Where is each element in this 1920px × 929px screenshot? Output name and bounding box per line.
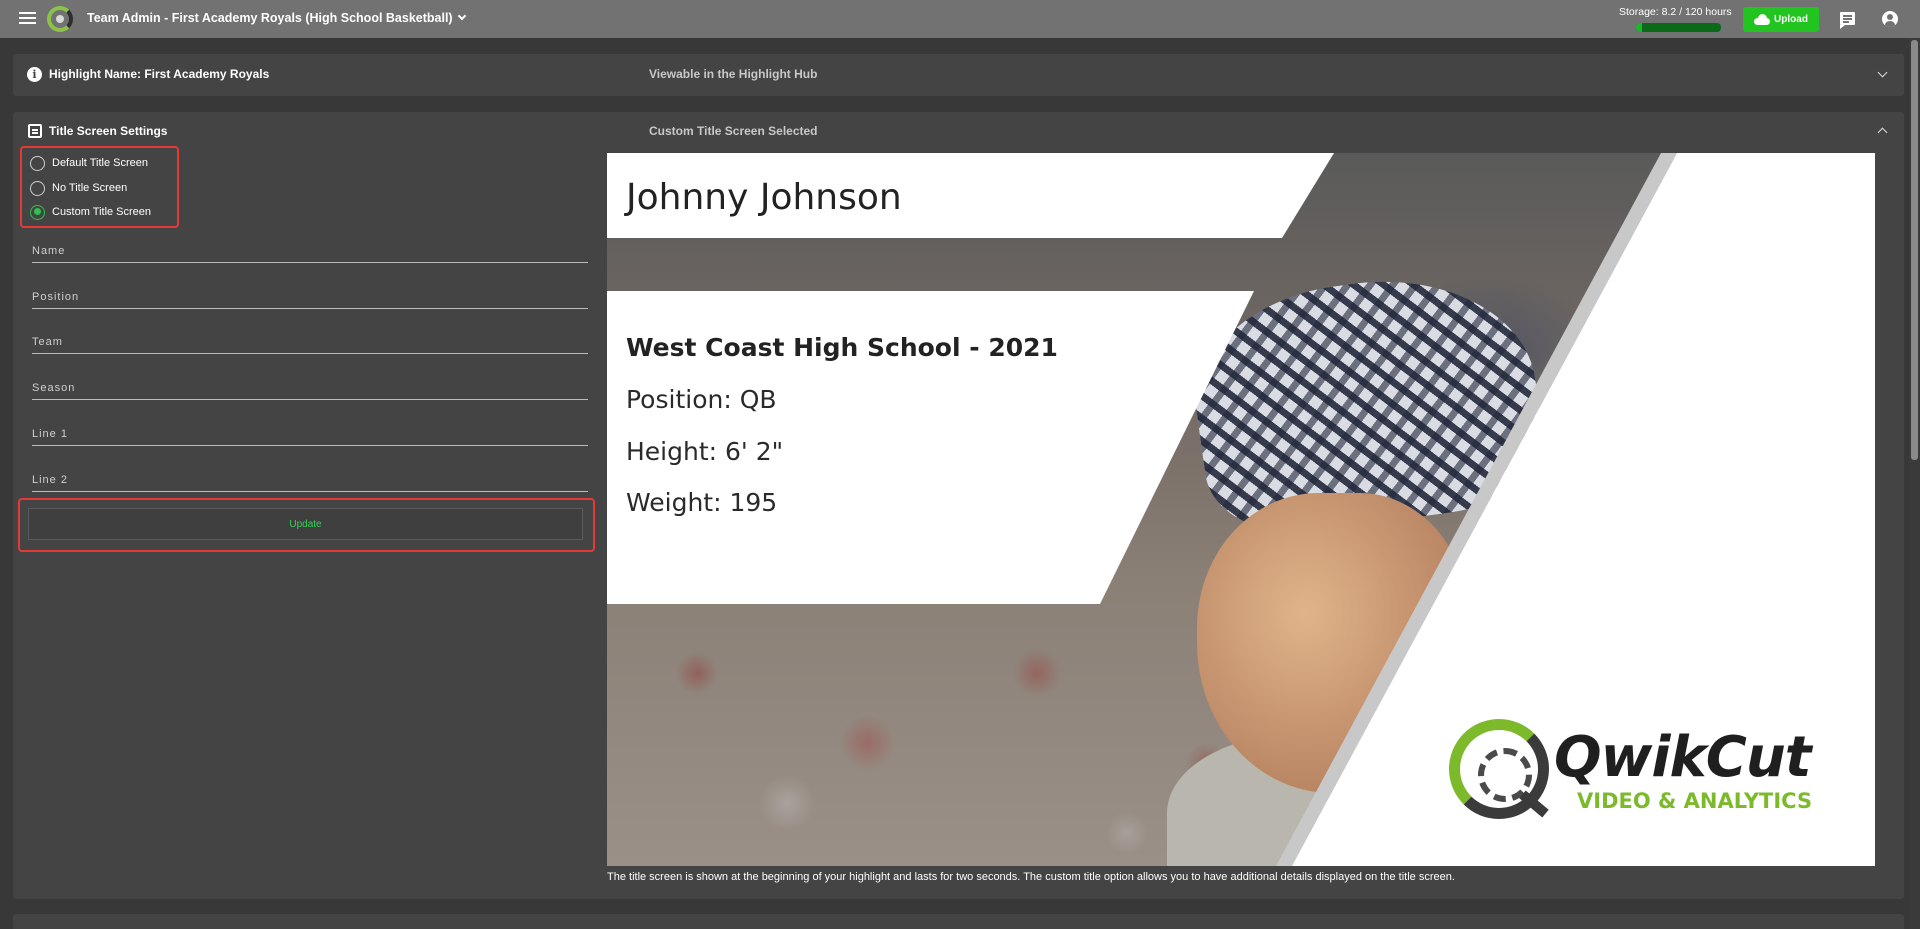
highlight-hub-status: Viewable in the Highlight Hub: [649, 67, 818, 81]
cloud-upload-icon: [1754, 14, 1771, 25]
season-input[interactable]: [32, 376, 588, 399]
title-screen-options: Default Title Screen No Title Screen Cus…: [20, 146, 179, 228]
scrollbar-thumb[interactable]: [1911, 40, 1918, 460]
preview-weight: Weight: 195: [626, 488, 778, 517]
line-1-input[interactable]: [32, 422, 588, 445]
title-screen-icon: [28, 124, 42, 138]
menu-icon[interactable]: [19, 12, 36, 26]
chevron-up-icon[interactable]: [1877, 127, 1888, 138]
name-field[interactable]: [32, 239, 588, 263]
preview-height: Height: 6' 2": [626, 437, 784, 466]
qwikcut-wordmark: QwikCut: [1554, 725, 1812, 790]
radio-label: Custom Title Screen: [52, 206, 152, 218]
storage-progress-fill: [1636, 23, 1642, 32]
team-selector-label: Team Admin - First Academy Royals (High …: [87, 11, 453, 25]
preview-school: West Coast High School - 2021: [626, 333, 1058, 362]
title-screen-settings-panel: Title Screen Settings Custom Title Scree…: [13, 112, 1904, 899]
chevron-down-icon[interactable]: [1877, 67, 1888, 78]
radio-no-title-screen[interactable]: No Title Screen: [30, 179, 127, 197]
highlight-name-panel[interactable]: i Highlight Name: First Academy Royals V…: [13, 54, 1904, 96]
upload-button[interactable]: Upload: [1743, 7, 1819, 32]
title-screen-caption: The title screen is shown at the beginni…: [607, 871, 1455, 883]
position-field[interactable]: [32, 285, 588, 309]
qwikcut-tagline: VIDEO & ANALYTICS: [1577, 789, 1813, 813]
position-input[interactable]: [32, 285, 588, 308]
preview-position: Position: QB: [626, 385, 777, 414]
chevron-down-icon: [457, 11, 466, 21]
radio-circle-icon: [30, 155, 45, 171]
page-scrollbar[interactable]: [1909, 38, 1920, 929]
title-screen-settings-title: Title Screen Settings: [49, 124, 168, 138]
update-button-highlight: Update: [18, 498, 595, 552]
radio-circle-icon: [30, 180, 45, 196]
account-icon[interactable]: [1882, 11, 1898, 27]
line-2-field[interactable]: [32, 468, 588, 492]
team-selector[interactable]: Team Admin - First Academy Royals (High …: [87, 11, 466, 25]
radio-default-title-screen[interactable]: Default Title Screen: [30, 154, 148, 172]
storage-progress-bar: [1636, 23, 1721, 32]
app-logo[interactable]: [47, 6, 73, 32]
line-2-input[interactable]: [32, 468, 588, 491]
radio-label: Default Title Screen: [52, 157, 148, 169]
line-1-field[interactable]: [32, 422, 588, 446]
radio-selected-icon: [30, 204, 45, 220]
title-screen-status: Custom Title Screen Selected: [649, 124, 818, 138]
upload-button-label: Upload: [1774, 14, 1808, 25]
name-input[interactable]: [32, 239, 588, 262]
highlight-name-title: Highlight Name: First Academy Royals: [49, 67, 270, 81]
update-button[interactable]: Update: [28, 508, 583, 540]
top-bar: Team Admin - First Academy Royals (High …: [0, 0, 1920, 38]
radio-custom-title-screen[interactable]: Custom Title Screen: [30, 203, 151, 221]
team-input[interactable]: [32, 330, 588, 353]
radio-label: No Title Screen: [52, 182, 128, 194]
info-icon: i: [27, 67, 42, 82]
team-field[interactable]: [32, 330, 588, 354]
preview-player-name: Johnny Johnson: [626, 177, 902, 218]
next-panel[interactable]: [13, 914, 1904, 929]
season-field[interactable]: [32, 376, 588, 400]
storage-label: Storage: 8.2 / 120 hours: [1619, 6, 1732, 18]
chat-icon[interactable]: [1840, 12, 1855, 29]
qwikcut-logo: QwikCut VIDEO & ANALYTICS: [1449, 719, 1829, 834]
title-screen-preview: Johnny Johnson West Coast High School - …: [607, 153, 1875, 866]
